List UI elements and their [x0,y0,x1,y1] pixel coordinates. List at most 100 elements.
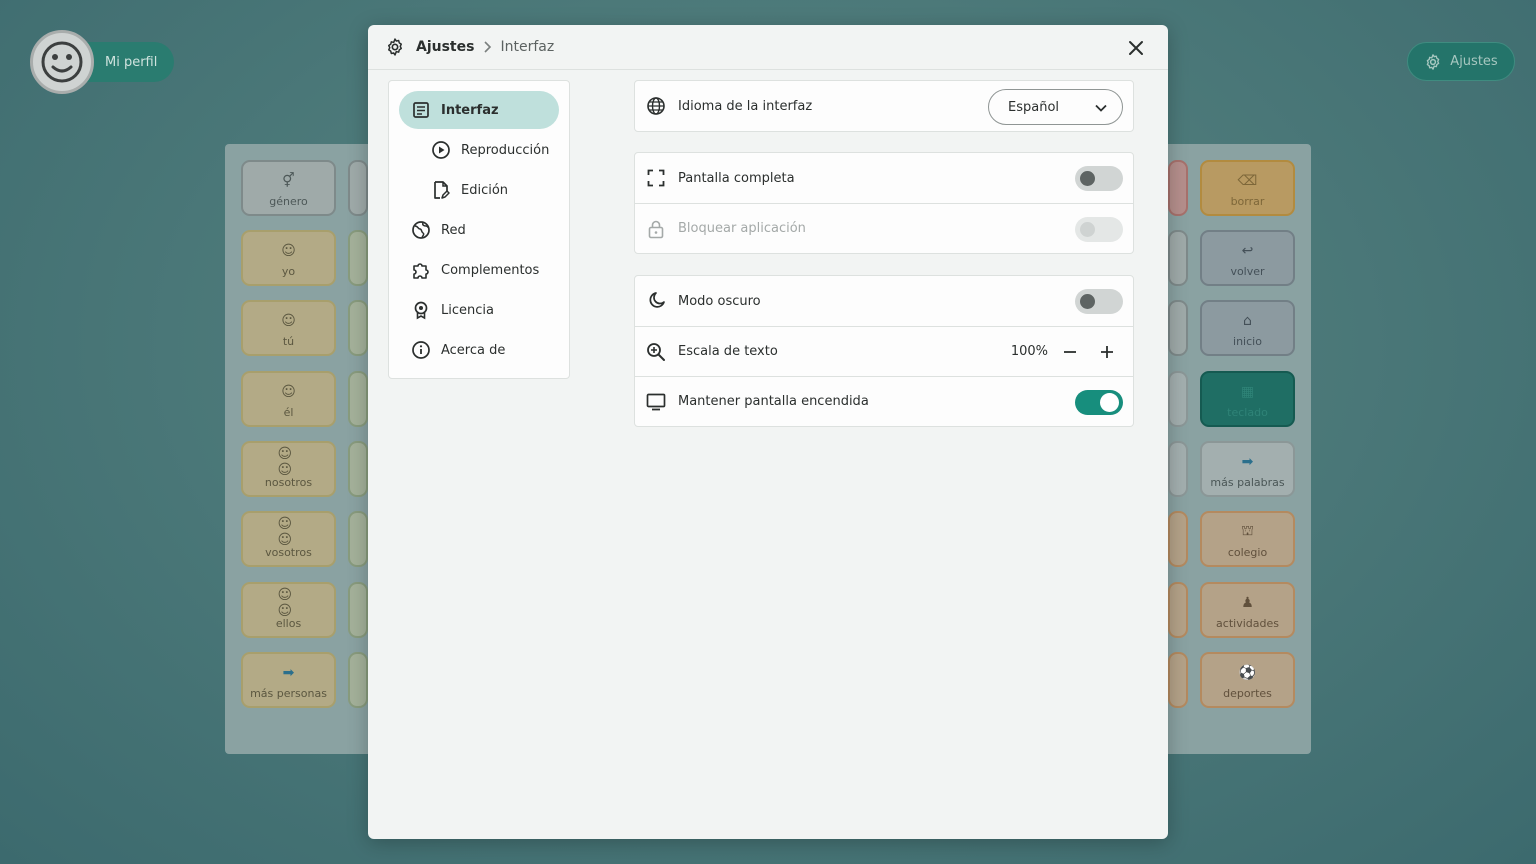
fullscreen-toggle[interactable] [1075,166,1123,191]
chevron-down-icon [1095,104,1107,112]
breadcrumb-root[interactable]: Ajustes [416,39,474,55]
nav-item-red[interactable]: Red [399,211,559,249]
language-row: Idioma de la interfaz Español [635,81,1133,131]
board-cell[interactable]: ☺☺ vosotros [241,511,336,567]
fullscreen-row: Pantalla completa [635,153,1133,203]
board-cell-label: más personas [250,687,327,700]
close-button[interactable] [1126,38,1146,58]
people-icon: ☺☺ [277,516,293,548]
moon-icon [646,291,666,311]
display-panel: Pantalla completa Bloquear aplicación [634,152,1134,254]
settings-dialog: Ajustes Interfaz Interfaz Reproducción E… [368,25,1168,839]
board-cell-edge [348,230,368,286]
minus-icon [1064,350,1076,353]
nav-item-licencia[interactable]: Licencia [399,291,559,329]
settings-nav: Interfaz Reproducción Edición Red Comple… [388,80,570,379]
board-cell[interactable]: ☺☺ ellos [241,582,336,638]
language-select[interactable]: Español [988,89,1123,125]
breadcrumb-current: Interfaz [500,39,555,55]
profile-button[interactable]: Mi perfil [30,30,174,94]
person-icon: ☺ [281,384,296,400]
school-icon: ⛫ [1241,523,1254,539]
profile-name: Mi perfil [105,54,158,70]
text-scale-value: 100% [1010,344,1048,359]
activities-icon: ♟ [1241,595,1254,611]
board-cell[interactable]: ⚽ deportes [1200,652,1295,708]
board-cell-label: teclado [1227,406,1268,419]
plus-icon [1101,345,1113,358]
board-cell[interactable]: ☺ yo [241,230,336,286]
nav-item-reproduccion[interactable]: Reproducción [399,131,559,169]
zoom-in-icon [646,342,666,362]
fullscreen-label: Pantalla completa [678,170,795,186]
monitor-icon [646,392,666,412]
dark-mode-row: Modo oscuro [635,276,1133,326]
board-cell-label: deportes [1223,687,1272,700]
board-cell-edge [1168,582,1188,638]
board-cell[interactable]: ☺ tú [241,300,336,356]
board-cell-keyboard[interactable]: ▦ teclado [1200,371,1295,427]
board-cell-label: actividades [1216,617,1279,630]
board-cell-delete[interactable]: ⌫ borrar [1200,160,1295,216]
increase-scale-button[interactable] [1097,342,1117,362]
board-cell-edge [348,441,368,497]
board-cell-edge [1168,230,1188,286]
decrease-scale-button[interactable] [1060,342,1080,362]
board-cell-edge [348,300,368,356]
board-cell[interactable]: ☺ él [241,371,336,427]
appearance-panel: Modo oscuro Escala de texto 100% Mantene… [634,275,1134,427]
dark-mode-toggle[interactable] [1075,289,1123,314]
board-cell-edge [1168,652,1188,708]
dark-mode-label: Modo oscuro [678,293,761,309]
board-cell-label: volver [1230,265,1265,278]
board-cell-back[interactable]: ↩ volver [1200,230,1295,286]
board-cell[interactable]: ⛫ colegio [1200,511,1295,567]
lock-app-row: Bloquear aplicación [635,203,1133,253]
lock-app-label: Bloquear aplicación [678,221,806,236]
board-cell-label: nosotros [264,476,313,489]
chevron-right-icon [482,41,492,53]
board-cell-label: género [269,195,308,208]
keep-screen-on-toggle[interactable] [1075,390,1123,415]
nav-item-acerca-de[interactable]: Acerca de [399,331,559,369]
nav-item-label: Complementos [441,262,540,278]
board-cell-label: inicio [1233,335,1262,348]
board-cell[interactable]: ⚥ género [241,160,336,216]
edit-file-icon [431,180,451,200]
nav-item-edicion[interactable]: Edición [399,171,559,209]
person-icon: ☺ [281,313,296,329]
board-cell-edge [1168,371,1188,427]
fullscreen-icon [646,168,666,188]
board-cell-label: yo [281,265,296,278]
nav-item-label: Acerca de [441,342,506,358]
settings-button-label: Ajustes [1450,54,1498,69]
home-icon: ⌂ [1243,313,1252,329]
board-cell-label: tú [282,335,295,348]
board-cell[interactable]: ➡ más personas [241,652,336,708]
board-cell[interactable]: ♟ actividades [1200,582,1295,638]
board-cell-edge [348,160,368,216]
globe-icon [411,220,431,240]
text-scale-row: Escala de texto 100% [635,326,1133,376]
keyboard-icon: ▦ [1240,384,1255,400]
layout-icon [411,100,431,120]
backspace-icon: ⌫ [1237,173,1258,189]
board-cell-label: colegio [1227,546,1268,559]
back-icon: ↩ [1241,243,1254,259]
board-cell-home[interactable]: ⌂ inicio [1200,300,1295,356]
nav-item-complementos[interactable]: Complementos [399,251,559,289]
smiley-icon [41,41,83,83]
nav-item-label: Edición [461,182,509,198]
nav-item-interfaz[interactable]: Interfaz [399,91,559,129]
board-cell-edge [1168,441,1188,497]
nav-item-label: Licencia [441,302,494,318]
text-scale-label: Escala de texto [678,344,778,359]
board-cell-label: borrar [1230,195,1265,208]
settings-button[interactable]: Ajustes [1407,42,1515,81]
board-cell[interactable]: ➡ más palabras [1200,441,1295,497]
gear-icon [388,38,402,56]
board-cell-edge [348,652,368,708]
award-icon [411,300,431,320]
board-cell[interactable]: ☺☺ nosotros [241,441,336,497]
play-circle-icon [431,140,451,160]
